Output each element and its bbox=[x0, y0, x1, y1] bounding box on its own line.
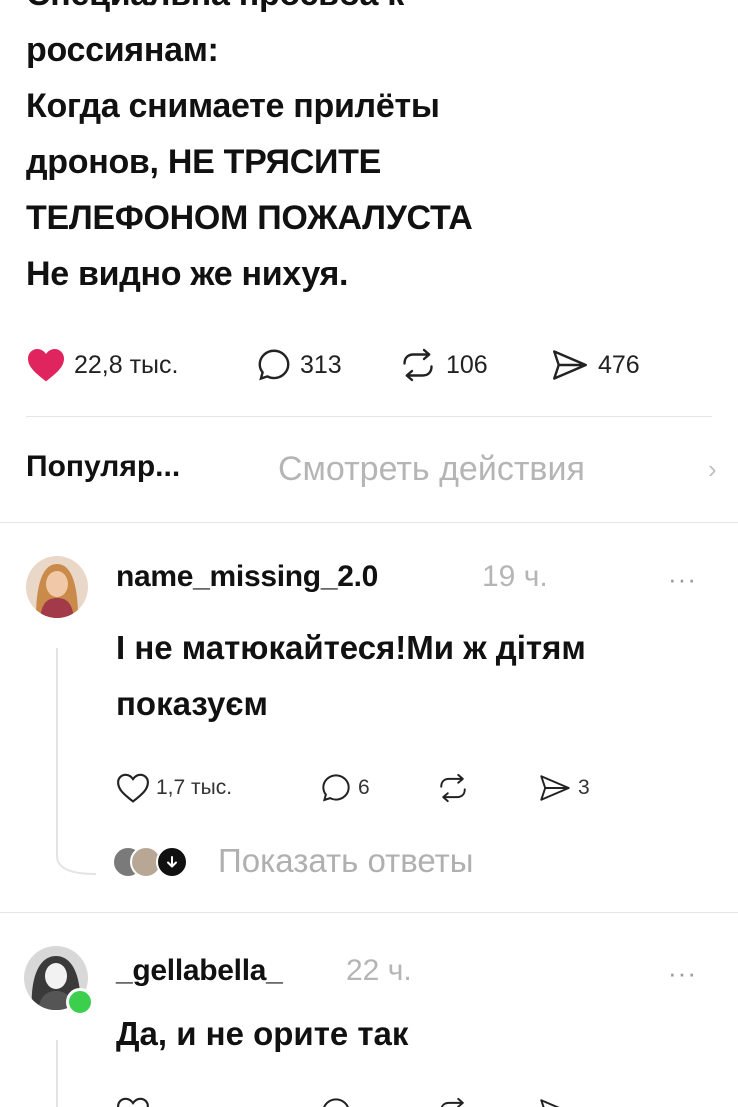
repost-count: 106 bbox=[446, 350, 488, 379]
like-button[interactable]: 22,8 тыс. bbox=[26, 340, 178, 390]
reply-avatars[interactable] bbox=[112, 842, 192, 882]
post-text: Специальна просьба к россиянам: Когда сн… bbox=[26, 0, 716, 302]
comment-button[interactable]: 313 bbox=[256, 340, 342, 390]
send-icon bbox=[553, 350, 587, 380]
like-button[interactable]: 1,7 тыс. bbox=[116, 768, 232, 808]
share-button[interactable]: 3 bbox=[538, 768, 590, 808]
comment-actions bbox=[116, 1096, 676, 1107]
comment-actions: 1,7 тыс. 6 3 bbox=[116, 768, 676, 808]
post-text-line: ТЕЛЕФОНОМ ПОЖАЛУСТА bbox=[26, 199, 473, 237]
post-text-line: Не видно же нихуя. bbox=[26, 255, 349, 293]
divider bbox=[0, 522, 738, 523]
comment-text-line: І не матюкайтеся!Ми ж дітям bbox=[116, 629, 586, 666]
like-count: 1,7 тыс. bbox=[156, 776, 233, 799]
avatar[interactable] bbox=[26, 556, 88, 618]
sort-row: Популяр... Смотреть действия › bbox=[26, 446, 717, 496]
comment-text: Да, и не орите так bbox=[116, 1006, 716, 1062]
post-text-line: россиянам: bbox=[26, 31, 219, 69]
thread-line bbox=[56, 648, 58, 858]
chevron-right-icon[interactable]: › bbox=[708, 454, 717, 485]
comment-button[interactable]: 6 bbox=[320, 768, 370, 808]
post-text-line: Когда снимаете прилёты bbox=[26, 87, 440, 125]
repost-icon bbox=[403, 348, 433, 382]
divider bbox=[0, 912, 738, 913]
more-options-icon[interactable]: ··· bbox=[668, 564, 697, 595]
comment-bubble-icon bbox=[322, 774, 350, 802]
comment-count: 6 bbox=[358, 776, 370, 799]
comment: _gellabella_ 22 ч. ··· Да, и не орите та… bbox=[0, 930, 738, 1107]
post-text-line: дронов, НЕ ТРЯСИТЕ bbox=[26, 143, 381, 181]
comment: name_missing_2.0 19 ч. ··· І не матюкайт… bbox=[0, 540, 738, 910]
thread-line bbox=[56, 1040, 58, 1107]
post-actions: 22,8 тыс. 313 106 476 bbox=[26, 340, 716, 390]
username[interactable]: name_missing_2.0 bbox=[116, 560, 378, 594]
heart-filled-icon bbox=[28, 348, 64, 382]
view-activity-link[interactable]: Смотреть действия bbox=[278, 450, 585, 489]
repost-button[interactable] bbox=[436, 768, 470, 808]
heart-outline-icon bbox=[117, 773, 149, 803]
repost-button[interactable]: 106 bbox=[398, 340, 488, 390]
comment-bubble-icon bbox=[258, 349, 290, 381]
thread-curve bbox=[56, 856, 96, 875]
comment-text: І не матюкайтеся!Ми ж дітям показуєм bbox=[116, 620, 716, 732]
send-icon bbox=[540, 775, 570, 801]
username[interactable]: _gellabella_ bbox=[116, 954, 283, 988]
comment-text-line: Да, и не орите так bbox=[116, 1015, 409, 1052]
send-icon bbox=[540, 1099, 560, 1107]
post-text-line: Специальна просьба к bbox=[26, 0, 716, 22]
more-options-icon[interactable]: ··· bbox=[668, 958, 697, 989]
sort-dropdown[interactable]: Популяр... bbox=[26, 450, 180, 484]
share-count: 476 bbox=[598, 350, 640, 379]
arrow-down-icon bbox=[156, 846, 188, 878]
comment-bubble-icon bbox=[323, 1098, 349, 1107]
repost-icon bbox=[440, 773, 466, 803]
repost-icon bbox=[440, 1097, 464, 1107]
like-count: 22,8 тыс. bbox=[74, 350, 179, 379]
timestamp: 19 ч. bbox=[482, 560, 548, 593]
share-count: 3 bbox=[578, 776, 590, 799]
online-status-badge bbox=[66, 988, 94, 1016]
timestamp: 22 ч. bbox=[346, 954, 412, 987]
comment-count: 313 bbox=[300, 350, 342, 379]
heart-outline-icon bbox=[117, 1097, 149, 1107]
share-button[interactable]: 476 bbox=[550, 340, 640, 390]
comment-text-line: показуєм bbox=[116, 685, 268, 722]
divider bbox=[26, 416, 712, 417]
show-replies-link[interactable]: Показать ответы bbox=[218, 842, 473, 880]
